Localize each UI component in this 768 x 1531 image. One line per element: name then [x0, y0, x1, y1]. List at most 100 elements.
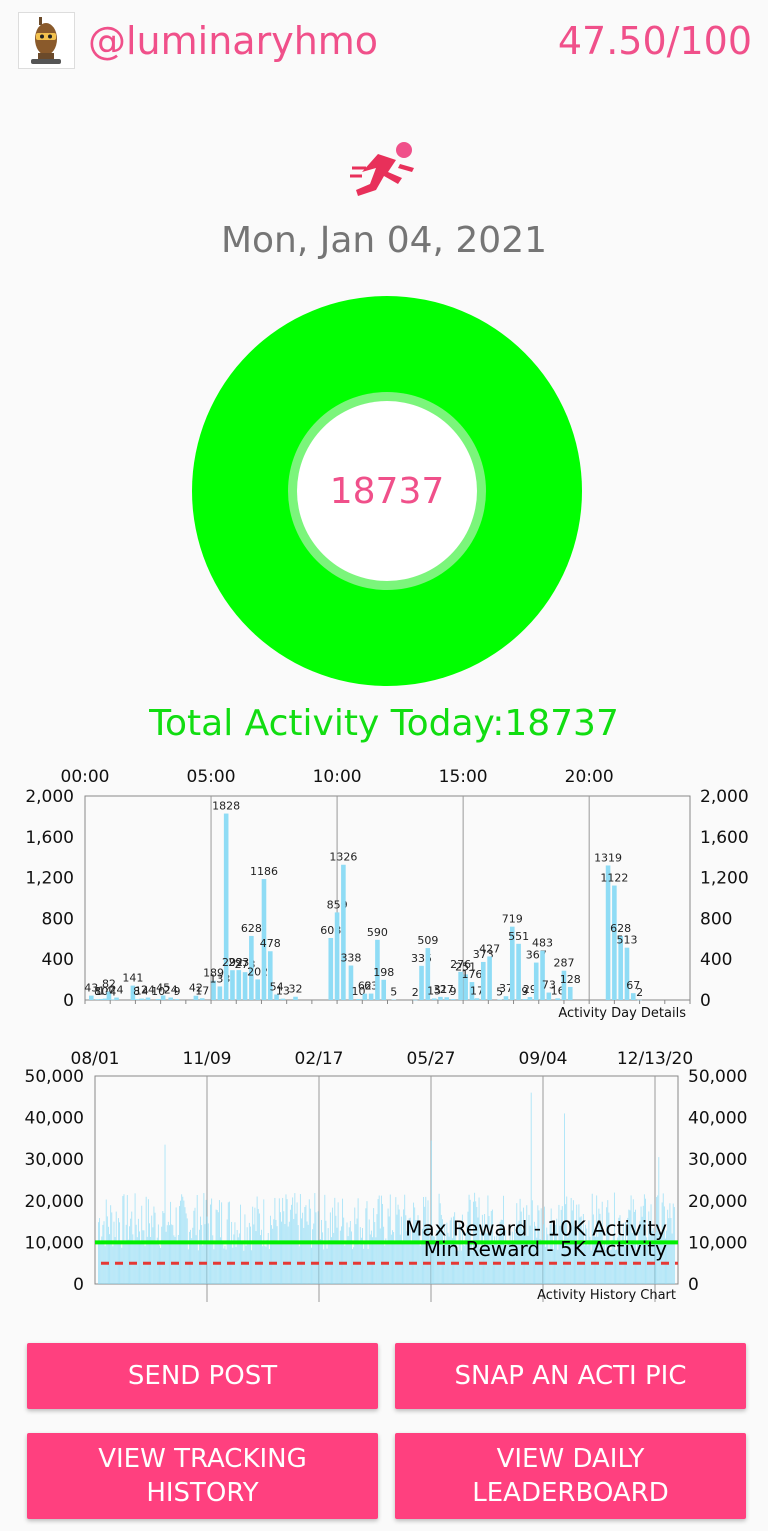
- day-chart-y-tick-right: 400: [700, 950, 732, 970]
- history-chart-bar: [145, 1196, 147, 1284]
- day-chart-bar-label: 2: [636, 986, 643, 999]
- history-chart-bar: [323, 1249, 325, 1284]
- day-chart-y-tick-right: 0: [700, 991, 711, 1011]
- history-chart-bar: [403, 1209, 405, 1284]
- history-chart-bar: [182, 1196, 184, 1284]
- history-chart-bar: [258, 1213, 260, 1284]
- day-chart-bar: [487, 956, 492, 1000]
- history-chart-bar: [365, 1208, 367, 1284]
- progress-ring-value: 18737: [329, 470, 445, 512]
- history-chart-bar: [129, 1226, 130, 1284]
- history-chart-bar: [393, 1232, 395, 1284]
- activity-history-chart: 08/01 11/09 02/17 05/27 09/04 12/13/20 0 0 10,00…: [0, 1042, 768, 1306]
- history-chart-bar: [166, 1225, 168, 1284]
- history-chart-bar: [248, 1222, 250, 1284]
- day-chart-bar: [134, 999, 139, 1000]
- day-chart-bar: [155, 998, 161, 1000]
- history-chart-bar: [255, 1231, 257, 1284]
- day-chart-bar: [230, 970, 235, 1000]
- history-chart-bar: [273, 1219, 275, 1284]
- history-chart-bar: [314, 1193, 316, 1284]
- history-chart-bar: [184, 1207, 186, 1284]
- history-chart-bar: [235, 1246, 237, 1284]
- history-chart-y-tick-right: 50,000: [688, 1067, 747, 1087]
- history-chart-bar: [190, 1229, 191, 1284]
- history-chart-bar: [207, 1223, 209, 1284]
- day-chart-bar: [474, 998, 480, 1000]
- day-chart-bar: [381, 979, 387, 1000]
- day-chart-y-tick-right: 1,600: [700, 828, 749, 848]
- history-chart-bar: [355, 1224, 357, 1284]
- history-chart-bar: [317, 1211, 319, 1284]
- min-reward-label: Min Reward - 5K Activity: [424, 1237, 667, 1261]
- history-chart-bar: [135, 1224, 137, 1284]
- history-chart-y-tick-left: 10,000: [25, 1233, 84, 1253]
- history-chart-bar: [171, 1224, 173, 1284]
- history-chart-bar: [106, 1216, 108, 1284]
- history-chart-bar: [293, 1218, 295, 1284]
- history-chart-bar: [388, 1216, 390, 1284]
- day-chart-bar: [516, 943, 521, 1000]
- history-chart-bar: [384, 1245, 386, 1284]
- day-chart-bar-label: 9: [174, 985, 181, 998]
- history-chart-bar: [385, 1238, 387, 1284]
- day-chart-bar-label: 590: [367, 926, 388, 939]
- history-chart-bar: [670, 1218, 672, 1284]
- day-chart-bar: [533, 962, 539, 1000]
- history-chart-bar: [244, 1214, 246, 1284]
- day-chart-bar-label: 513: [616, 934, 637, 947]
- history-chart-bar: [142, 1230, 144, 1284]
- activity-progress-ring: 18737: [192, 296, 582, 686]
- history-chart-bar: [216, 1210, 218, 1284]
- history-chart-x-tick: 12/13/20: [617, 1049, 693, 1069]
- activity-day-chart: 00:00 05:00 10:00 15:00 20:00 0 0 400 400 800 800 1…: [0, 760, 768, 1028]
- day-chart-bar-label: 5: [390, 985, 397, 998]
- history-chart-bar: [125, 1224, 127, 1284]
- history-chart-bar: [144, 1246, 146, 1284]
- day-chart-bar: [217, 986, 223, 1000]
- history-chart-bar: [143, 1230, 145, 1284]
- day-chart-bar: [174, 999, 180, 1000]
- day-chart-bar: [480, 961, 486, 1000]
- history-chart-bar: [321, 1219, 322, 1284]
- history-chart-bar: [380, 1195, 382, 1284]
- history-chart-bar: [149, 1223, 150, 1284]
- history-chart-bar: [336, 1227, 338, 1284]
- history-chart-bar: [419, 1245, 421, 1284]
- view-tracking-history-button[interactable]: VIEW TRACKING HISTORY: [27, 1433, 378, 1519]
- history-chart-bar: [126, 1195, 128, 1284]
- history-chart-bar: [236, 1230, 238, 1284]
- history-chart-bar: [253, 1224, 255, 1284]
- day-chart-bar: [522, 999, 528, 1000]
- day-chart-bar-label: 128: [560, 973, 581, 986]
- history-chart-y-tick-right: 0: [688, 1275, 699, 1295]
- score-display: 47.50/100: [557, 19, 752, 63]
- robot-avatar-icon[interactable]: [18, 12, 75, 69]
- day-chart-bar: [540, 950, 545, 1000]
- day-chart-bar: [293, 996, 298, 1000]
- day-chart-title: Activity Day Details: [558, 1006, 686, 1021]
- history-chart-bar: [194, 1207, 196, 1284]
- history-chart-bar: [261, 1229, 263, 1284]
- history-chart-x-tick: 09/04: [519, 1049, 568, 1069]
- app-header: @luminaryhmo 47.50/100: [0, 0, 768, 84]
- day-chart-bar-label: 1186: [250, 865, 278, 878]
- send-post-button[interactable]: SEND POST: [27, 1343, 378, 1409]
- view-daily-leaderboard-button[interactable]: VIEW DAILY LEADERBOARD: [395, 1433, 746, 1519]
- history-chart-bar: [215, 1209, 217, 1284]
- history-chart-bar: [134, 1193, 136, 1284]
- history-chart-bar: [277, 1243, 279, 1284]
- day-chart-bar: [168, 997, 174, 1000]
- history-chart-bar: [356, 1218, 358, 1284]
- history-chart-y-tick-right: 40,000: [688, 1109, 747, 1129]
- history-chart-bar: [283, 1211, 285, 1284]
- day-chart-bar: [391, 999, 397, 1000]
- snap-acti-pic-button[interactable]: SNAP AN ACTI PIC: [395, 1343, 746, 1409]
- day-chart-bar: [114, 997, 119, 1000]
- history-chart-bar: [202, 1245, 204, 1284]
- history-chart-x-tick: 08/01: [71, 1049, 120, 1069]
- day-chart-bar: [368, 993, 374, 1000]
- history-chart-bar: [306, 1221, 308, 1284]
- history-chart-bar: [398, 1209, 400, 1284]
- history-chart-bar: [383, 1226, 385, 1284]
